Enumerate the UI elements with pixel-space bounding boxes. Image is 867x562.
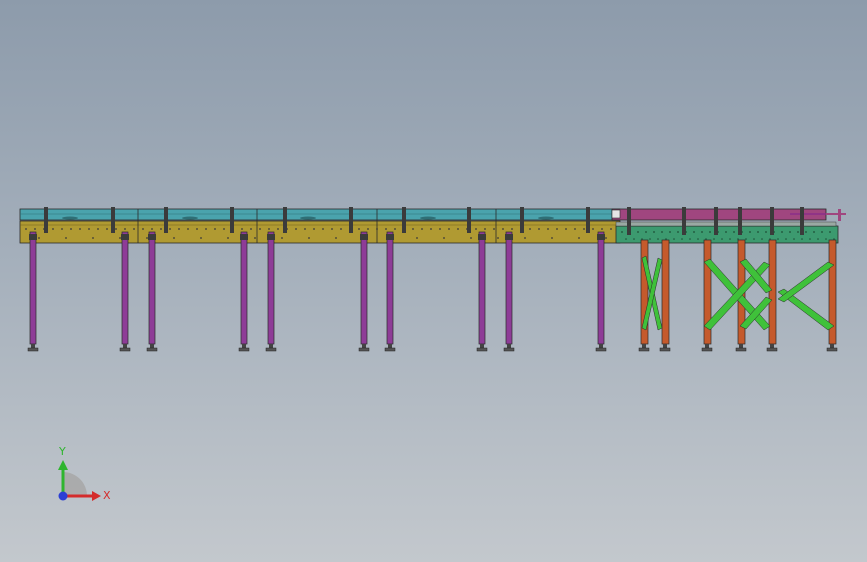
leg-purple xyxy=(267,231,275,345)
leveling-foot xyxy=(238,347,250,352)
leveling-foot xyxy=(638,347,650,352)
leg-purple xyxy=(360,231,368,345)
conveyor-assembly-drawing: X Y xyxy=(19,207,846,502)
leg-orange xyxy=(661,239,670,345)
coordinate-triad: X Y xyxy=(58,445,111,502)
leg-purple xyxy=(121,231,129,345)
leg-purple xyxy=(240,231,248,345)
cad-viewport[interactable]: X Y xyxy=(0,0,867,562)
top-rail-left xyxy=(19,208,621,221)
leveling-foot xyxy=(384,347,396,352)
leveling-foot xyxy=(146,347,158,352)
leveling-foot xyxy=(701,347,713,352)
bed-rail-right xyxy=(615,225,839,244)
bed-rail-left xyxy=(19,220,621,244)
leveling-foot xyxy=(503,347,515,352)
leveling-foot xyxy=(476,347,488,352)
z-axis-dot xyxy=(58,491,68,501)
y-axis-label: Y xyxy=(58,445,66,458)
leveling-foot xyxy=(119,347,131,352)
support-legs-left xyxy=(27,231,607,352)
leg-purple xyxy=(478,231,486,345)
leveling-foot xyxy=(265,347,277,352)
leveling-foot xyxy=(735,347,747,352)
leg-purple xyxy=(148,231,156,345)
leg-purple xyxy=(505,231,513,345)
leveling-foot xyxy=(766,347,778,352)
leg-purple xyxy=(597,231,605,345)
leg-orange xyxy=(768,239,777,345)
leveling-foot xyxy=(659,347,671,352)
leveling-foot xyxy=(358,347,370,352)
leg-purple xyxy=(29,231,37,345)
conveyor-right-section xyxy=(611,207,846,244)
leg-purple xyxy=(386,231,394,345)
leveling-foot xyxy=(595,347,607,352)
x-axis-label: X xyxy=(103,489,111,502)
conveyor-left-section xyxy=(19,207,621,244)
leveling-foot xyxy=(27,347,39,352)
leveling-foot xyxy=(826,347,838,352)
